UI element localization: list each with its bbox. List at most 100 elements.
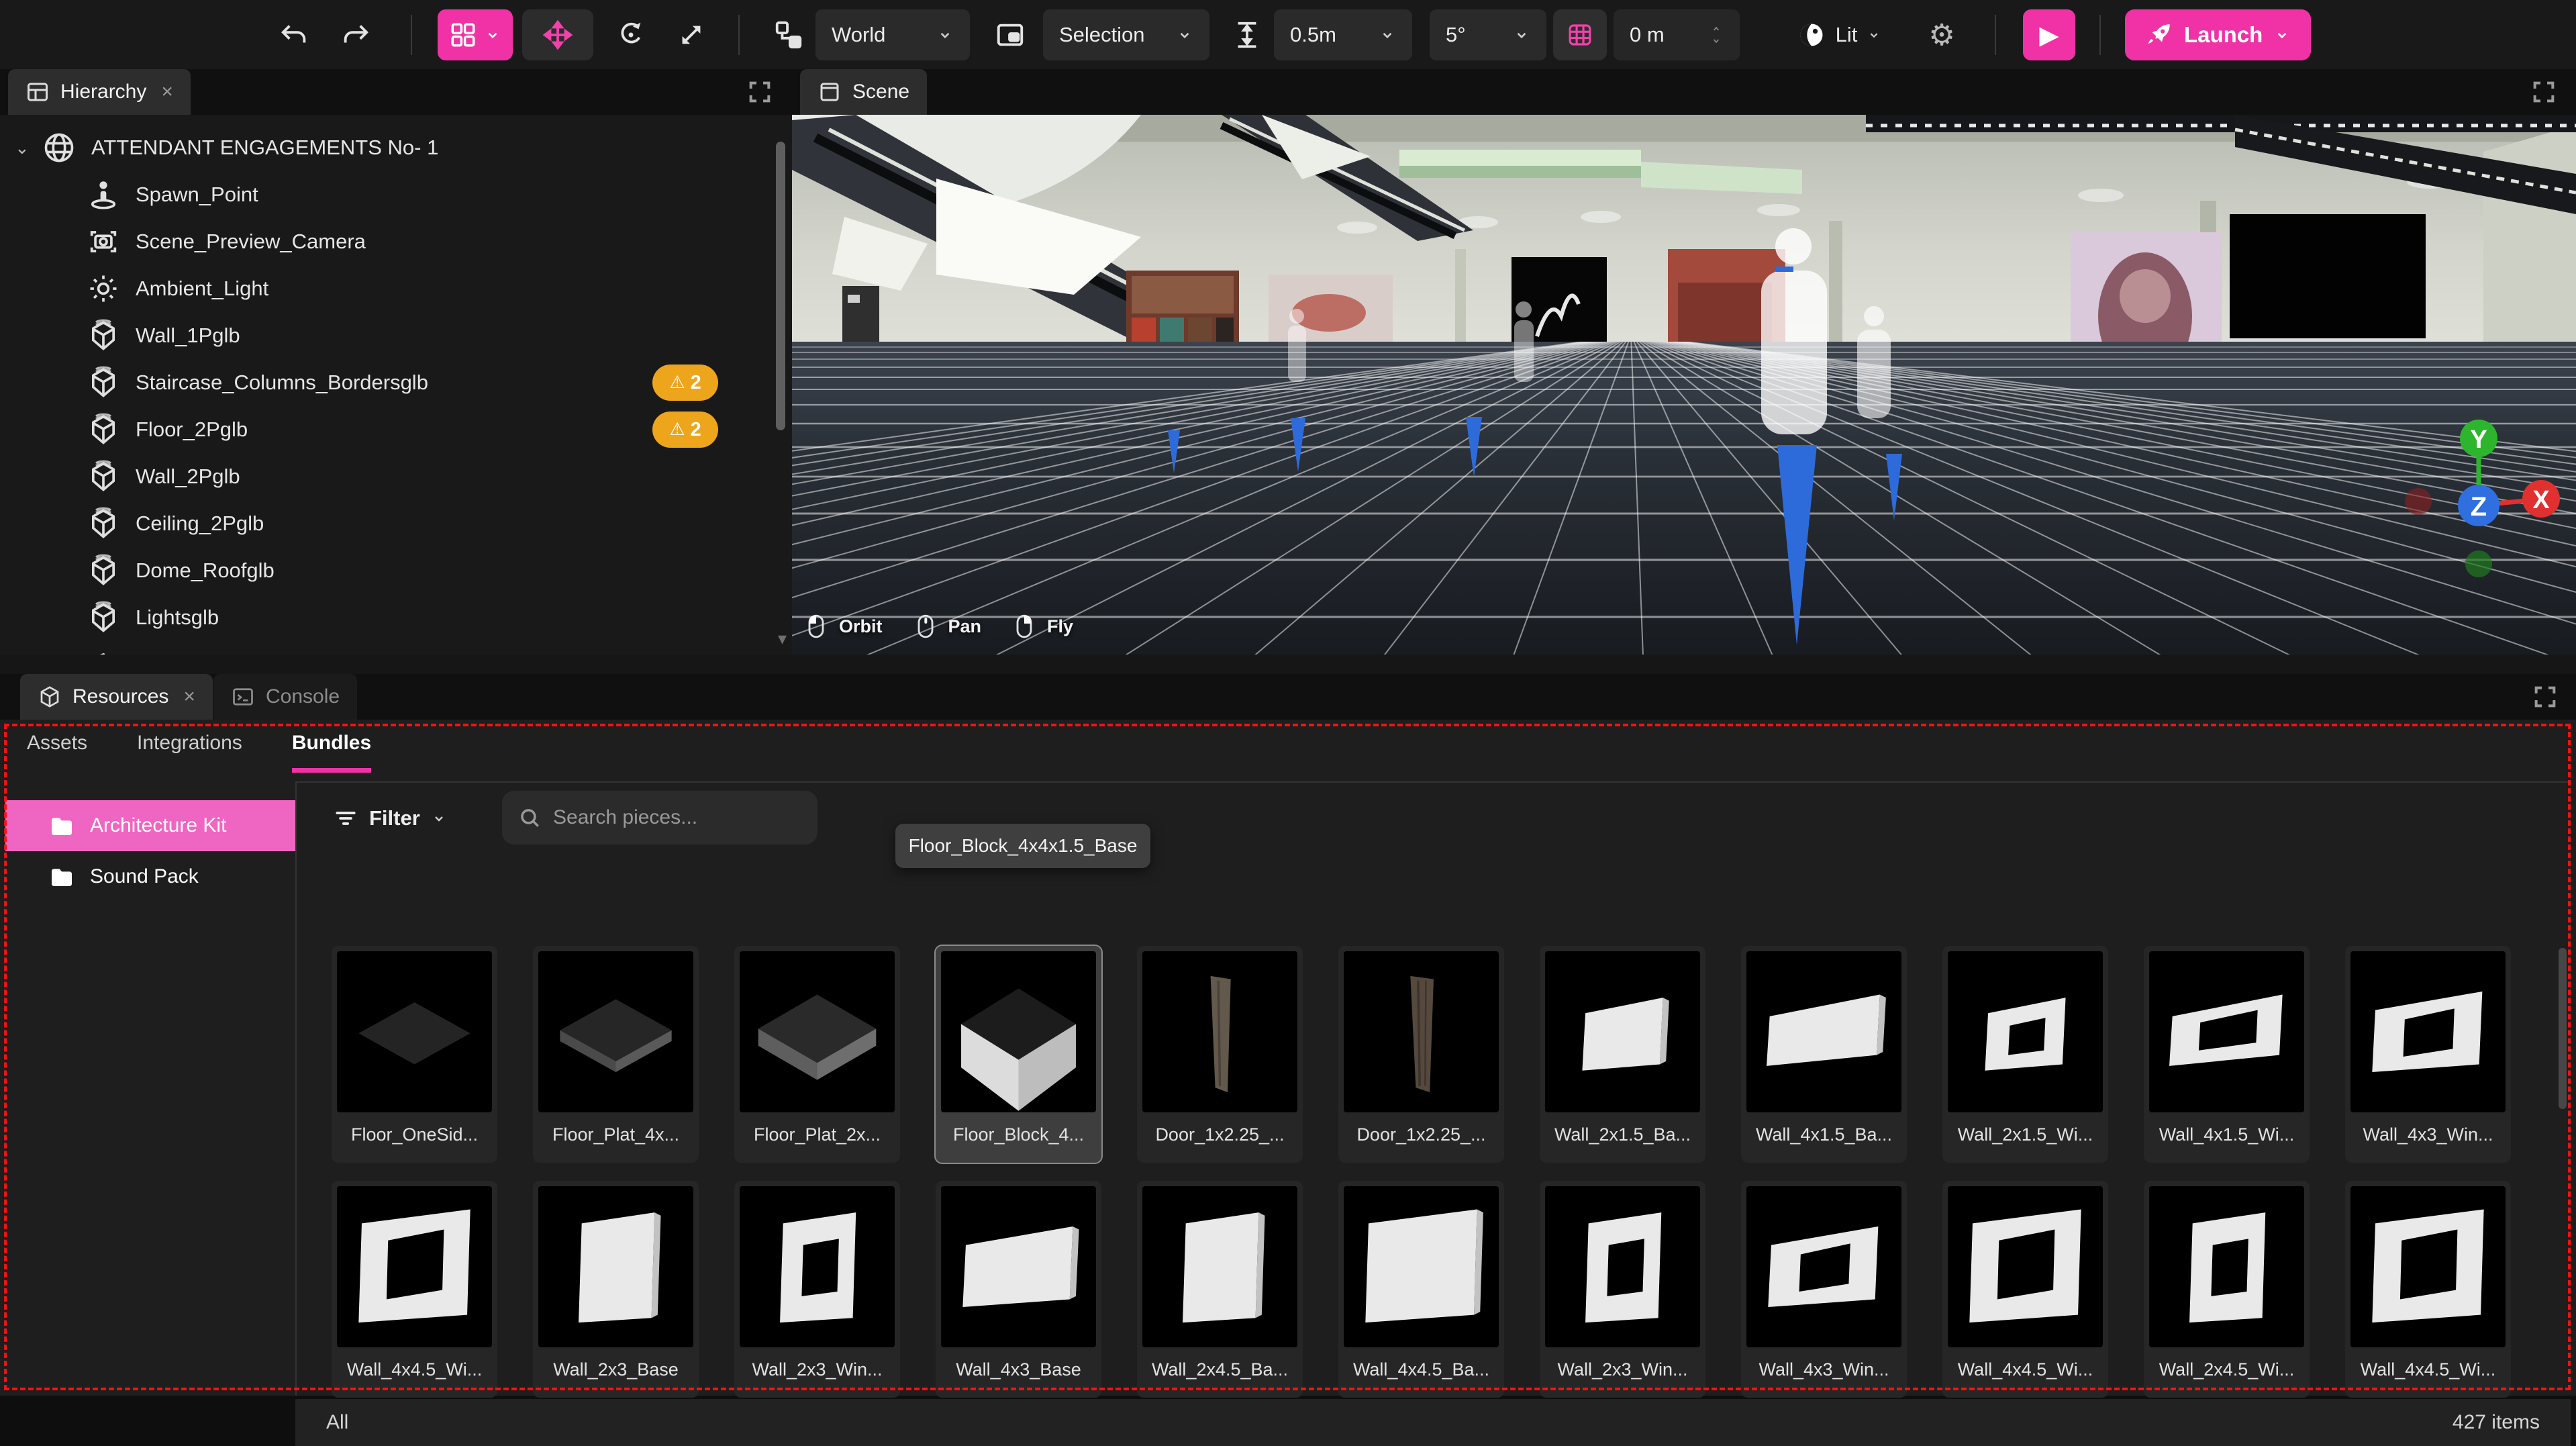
asset-label: Wall_4x3_Win... xyxy=(1746,1347,1901,1392)
asset-card-Wall_2x3_Win[interactable]: Wall_2x3_Win... xyxy=(1540,1181,1705,1398)
asset-thumbnail xyxy=(941,951,1096,1112)
nav-hint-label: Orbit xyxy=(839,616,883,637)
hierarchy-scrollbar[interactable] xyxy=(776,142,785,430)
rocket-icon xyxy=(2145,21,2173,49)
tab-console[interactable]: Console xyxy=(213,674,357,720)
asset-card-Floor_Plat_4x[interactable]: Floor_Plat_4x... xyxy=(533,946,699,1163)
shading-mode-dropdown[interactable]: Lit xyxy=(1779,9,1899,60)
asset-card-Wall_4x45_Wi[interactable]: Wall_4x4.5_Wi... xyxy=(1942,1181,2108,1398)
chevron-down-icon xyxy=(1513,26,1530,44)
asset-label: Wall_4x3_Base xyxy=(941,1347,1096,1392)
tree-item-Wall_2Pglb[interactable]: Wall_2Pglb xyxy=(0,453,792,500)
tree-item-Staircase_Columns_Bordersglb[interactable]: Staircase_Columns_Bordersglb⚠2 xyxy=(0,359,792,406)
chevron-down-icon[interactable]: ⌄ xyxy=(15,138,42,158)
bundle-list: Architecture KitSound Pack xyxy=(5,800,295,902)
asset-card-Wall_2x15_Wi[interactable]: Wall_2x1.5_Wi... xyxy=(1942,946,2108,1163)
tab-resources[interactable]: Resources × xyxy=(20,674,213,720)
asset-card-Wall_4x45_Wi[interactable]: Wall_4x4.5_Wi... xyxy=(332,1181,497,1398)
tree-item-Ambient_Light[interactable]: Ambient_Light xyxy=(0,265,792,312)
asset-card-Wall_2x45_Ba[interactable]: Wall_2x4.5_Ba... xyxy=(1137,1181,1303,1398)
window-mode-button[interactable] xyxy=(987,9,1034,60)
height-snap-icon[interactable] xyxy=(1227,9,1267,60)
redo-button[interactable] xyxy=(332,9,379,60)
tree-item-Lightsglb[interactable]: Lightsglb xyxy=(0,594,792,641)
tab-bundles[interactable]: Bundles xyxy=(292,732,371,773)
asset-card-Wall_4x3_Win[interactable]: Wall_4x3_Win... xyxy=(1741,1181,1907,1398)
play-button[interactable]: ▶ xyxy=(2023,9,2075,60)
selection-dropdown-label: Selection xyxy=(1059,23,1145,47)
asset-card-Wall_4x3_Base[interactable]: Wall_4x3_Base xyxy=(936,1181,1101,1398)
tree-item-Wall_1Pglb[interactable]: Wall_1Pglb xyxy=(0,312,792,359)
gizmo-y-negative[interactable] xyxy=(2465,550,2492,577)
grid-snap-dropdown[interactable]: 0.5m xyxy=(1274,9,1412,60)
axis-gizmo[interactable]: Y X Z xyxy=(2388,413,2576,587)
search-box[interactable] xyxy=(502,791,818,845)
asset-card-Wall_2x3_Base[interactable]: Wall_2x3_Base xyxy=(533,1181,699,1398)
asset-card-Wall_2x15_Ba[interactable]: Wall_2x1.5_Ba... xyxy=(1540,946,1705,1163)
hierarchy-tree: ⌄ ATTENDANT ENGAGEMENTS No- 1 Spawn_Poin… xyxy=(0,115,792,655)
tree-root-row[interactable]: ⌄ ATTENDANT ENGAGEMENTS No- 1 xyxy=(0,124,792,171)
asset-grid-scrollbar[interactable] xyxy=(2559,948,2567,1109)
scale-tool-button[interactable] xyxy=(668,9,715,60)
bundle-item-architecture-kit[interactable]: Architecture Kit xyxy=(5,800,295,851)
tab-scene[interactable]: Scene xyxy=(800,69,927,115)
undo-button[interactable] xyxy=(271,9,318,60)
scroll-down-arrow-icon[interactable]: ▾ xyxy=(778,628,787,649)
launch-button-label: Launch xyxy=(2184,22,2263,48)
expand-viewport-icon[interactable] xyxy=(2530,79,2557,105)
stepper-arrows[interactable] xyxy=(1709,23,1724,46)
angle-snap-dropdown[interactable]: 5° xyxy=(1430,9,1546,60)
tree-root-label: ATTENDANT ENGAGEMENTS No- 1 xyxy=(91,136,438,160)
layout-grid-tool-button[interactable] xyxy=(438,9,513,60)
selection-dropdown[interactable]: Selection xyxy=(1043,9,1209,60)
asset-thumbnail xyxy=(1746,951,1901,1112)
settings-button[interactable]: ⚙ xyxy=(1920,9,1964,60)
filter-button[interactable]: Filter xyxy=(333,795,447,842)
parenting-icon-button[interactable] xyxy=(765,9,812,60)
snap-grid-toggle-button[interactable] xyxy=(1553,9,1607,60)
search-input[interactable] xyxy=(553,806,803,829)
scene-3d-render[interactable]: OrbitPanFly Y X Z xyxy=(792,115,2576,655)
asset-card-Wall_4x45_Wi[interactable]: Wall_4x4.5_Wi... xyxy=(2345,1181,2511,1398)
launch-button[interactable]: Launch xyxy=(2125,9,2311,60)
expand-bottom-panel-icon[interactable] xyxy=(2532,683,2559,710)
tree-item-Nav_Mesh[interactable]: Nav_Mesh xyxy=(0,641,792,655)
asset-card-Wall_4x45_Ba[interactable]: Wall_4x4.5_Ba... xyxy=(1338,1181,1504,1398)
tree-item-Ceiling_2Pglb[interactable]: Ceiling_2Pglb xyxy=(0,500,792,547)
tree-item-Dome_Roofglb[interactable]: Dome_Roofglb xyxy=(0,547,792,594)
tree-item-Scene_Preview_Camera[interactable]: Scene_Preview_Camera xyxy=(0,218,792,265)
bundle-item-sound-pack[interactable]: Sound Pack xyxy=(5,851,295,902)
warning-badge[interactable]: ⚠2 xyxy=(652,365,718,401)
gizmo-x-negative[interactable] xyxy=(2405,488,2432,515)
asset-card-Wall_2x45_Wi[interactable]: Wall_2x4.5_Wi... xyxy=(2144,1181,2310,1398)
tab-assets[interactable]: Assets xyxy=(27,732,87,773)
tab-hierarchy[interactable]: Hierarchy × xyxy=(8,69,191,115)
height-value-stepper[interactable]: 0 m xyxy=(1614,9,1740,60)
expand-panel-icon[interactable] xyxy=(746,79,773,105)
move-tool-button[interactable] xyxy=(522,9,593,60)
asset-label: Wall_2x1.5_Wi... xyxy=(1948,1112,2103,1157)
asset-card-Door_1x225_[interactable]: Door_1x2.25_... xyxy=(1137,946,1303,1163)
asset-card-Floor_Block_4[interactable]: Floor_Block_4... xyxy=(936,946,1101,1163)
asset-card-Floor_Plat_2x[interactable]: Floor_Plat_2x... xyxy=(734,946,900,1163)
asset-card-Door_1x225_[interactable]: Door_1x2.25_... xyxy=(1338,946,1504,1163)
asset-card-Wall_4x3_Win[interactable]: Wall_4x3_Win... xyxy=(2345,946,2511,1163)
asset-thumbnail xyxy=(740,1186,895,1347)
asset-card-Floor_OneSid[interactable]: Floor_OneSid... xyxy=(332,946,497,1163)
footer-filter-label[interactable]: All xyxy=(326,1411,348,1434)
rotate-tool-button[interactable] xyxy=(607,9,654,60)
asset-thumbnail xyxy=(1142,951,1297,1112)
warning-badge[interactable]: ⚠2 xyxy=(652,412,718,448)
tree-item-Floor_2Pglb[interactable]: Floor_2Pglb⚠2 xyxy=(0,406,792,453)
close-icon[interactable]: × xyxy=(161,81,173,103)
asset-card-Wall_4x15_Wi[interactable]: Wall_4x1.5_Wi... xyxy=(2144,946,2310,1163)
asset-card-Wall_2x3_Win[interactable]: Wall_2x3_Win... xyxy=(734,1181,900,1398)
asset-label: Floor_Plat_2x... xyxy=(740,1112,895,1157)
world-dropdown[interactable]: World xyxy=(815,9,970,60)
shading-mode-label: Lit xyxy=(1836,23,1858,47)
close-icon[interactable]: × xyxy=(183,685,195,708)
warning-count: 2 xyxy=(691,372,701,394)
asset-card-Wall_4x15_Ba[interactable]: Wall_4x1.5_Ba... xyxy=(1741,946,1907,1163)
tree-item-Spawn_Point[interactable]: Spawn_Point xyxy=(0,171,792,218)
tab-integrations[interactable]: Integrations xyxy=(137,732,242,773)
